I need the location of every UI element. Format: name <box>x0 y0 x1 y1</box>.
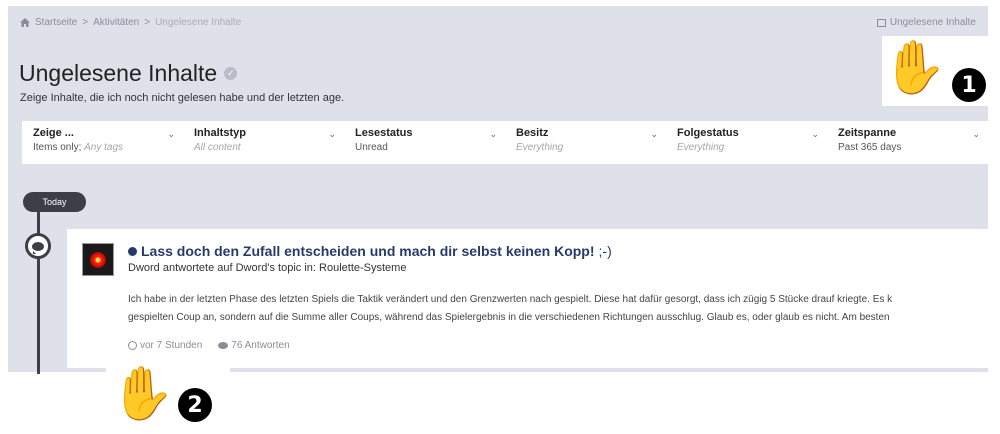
filter-label: Folgestatus <box>677 127 739 139</box>
activity-meta: Dword antwortete auf Dword's topic in: R… <box>128 262 407 274</box>
number-badge: 1 <box>952 68 986 102</box>
page-title: Ungelesene Inhalte ✓ <box>19 60 238 87</box>
filter-value: Items only; Any tags <box>33 142 171 153</box>
annotation-1: ✋ 1 <box>882 36 992 106</box>
filter-label: Inhaltstyp <box>194 127 246 139</box>
annotation-2: ✋ 2 <box>106 366 230 434</box>
breadcrumb: Startseite > Aktivitäten > Ungelesene In… <box>20 17 241 28</box>
today-badge: Today <box>23 192 86 212</box>
page-title-text: Ungelesene Inhalte <box>19 60 218 86</box>
activity-snippet: Ich habe in der letzten Phase des letzte… <box>128 291 988 327</box>
breadcrumb-separator: > <box>144 17 151 28</box>
breadcrumb-activities[interactable]: Aktivitäten <box>93 17 139 28</box>
chevron-down-icon: ⌄ <box>811 129 819 139</box>
activity-snippet-line: Ich habe in der letzten Phase des letzte… <box>128 294 893 305</box>
check-circle-icon: ✓ <box>224 67 238 80</box>
filter-value: Unread <box>355 142 388 153</box>
filter-value: Everything <box>677 142 725 153</box>
avatar[interactable] <box>82 243 114 276</box>
unread-content-link[interactable]: Ungelesene Inhalte <box>876 17 976 28</box>
activity-replies[interactable]: 76 Antworten <box>218 340 290 351</box>
comment-icon <box>218 342 229 349</box>
filter-bar: Zeige ... Items only; Any tags ⌄ Inhalts… <box>22 121 988 164</box>
unread-content-link-label: Ungelesene Inhalte <box>889 17 976 28</box>
filter-show[interactable]: Zeige ... Items only; Any tags ⌄ <box>22 121 183 164</box>
filter-content-type[interactable]: Inhaltstyp All content ⌄ <box>183 121 344 164</box>
filter-value: All content <box>194 142 241 153</box>
chevron-down-icon: ⌄ <box>650 129 658 139</box>
hal-eye-image <box>90 251 106 268</box>
activity-footer: vor 7 Stunden 76 Antworten <box>128 340 290 351</box>
filter-time-range[interactable]: Zeitspanne Past 365 days ⌄ <box>827 121 988 164</box>
home-icon <box>20 18 30 27</box>
filter-label: Lesestatus <box>355 127 413 139</box>
activity-snippet-line: gespielten Coup an, sondern auf die Summ… <box>128 312 890 323</box>
filter-ownership[interactable]: Besitz Everything ⌄ <box>505 121 666 164</box>
hand-icon: ✋ <box>882 38 947 98</box>
chevron-down-icon: ⌄ <box>972 129 980 139</box>
page-subtitle: Zeige Inhalte, die ich noch nicht gelese… <box>20 92 345 104</box>
chevron-down-icon: ⌄ <box>167 129 175 139</box>
activity-title-link[interactable]: Lass doch den Zufall entscheiden und mac… <box>128 243 612 259</box>
chevron-down-icon: ⌄ <box>489 129 497 139</box>
filter-value: Everything <box>516 142 564 153</box>
activity-time: vor 7 Stunden <box>128 340 202 351</box>
comment-icon <box>32 241 44 254</box>
activity-time-label: vor 7 Stunden <box>140 340 203 351</box>
filter-value: Past 365 days <box>838 142 902 153</box>
number-badge: 2 <box>178 388 212 422</box>
filter-label: Besitz <box>516 127 549 139</box>
filter-read-status[interactable]: Lesestatus Unread ⌄ <box>344 121 505 164</box>
breadcrumb-current: Ungelesene Inhalte <box>155 17 242 28</box>
activity-title: Lass doch den Zufall entscheiden und mac… <box>141 243 595 259</box>
filter-label: Zeitspanne <box>838 127 897 139</box>
hand-icon: ✋ <box>110 364 175 424</box>
activity-replies-label: 76 Antworten <box>231 340 290 351</box>
clock-icon <box>128 341 137 350</box>
timeline-marker <box>25 233 51 259</box>
breadcrumb-home[interactable]: Startseite <box>35 17 77 28</box>
list-icon <box>876 18 886 27</box>
filter-follow-status[interactable]: Folgestatus Everything ⌄ <box>666 121 827 164</box>
unread-indicator-icon <box>128 246 137 256</box>
filter-label: Zeige ... <box>33 127 74 139</box>
chevron-down-icon: ⌄ <box>328 129 336 139</box>
filter-value-main: Items only; <box>33 142 82 153</box>
activity-title-tail: ;-) <box>598 243 612 259</box>
activity-item: Lass doch den Zufall entscheiden und mac… <box>67 229 988 368</box>
breadcrumb-separator: > <box>82 17 89 28</box>
filter-value-extra: Any tags <box>84 142 124 153</box>
